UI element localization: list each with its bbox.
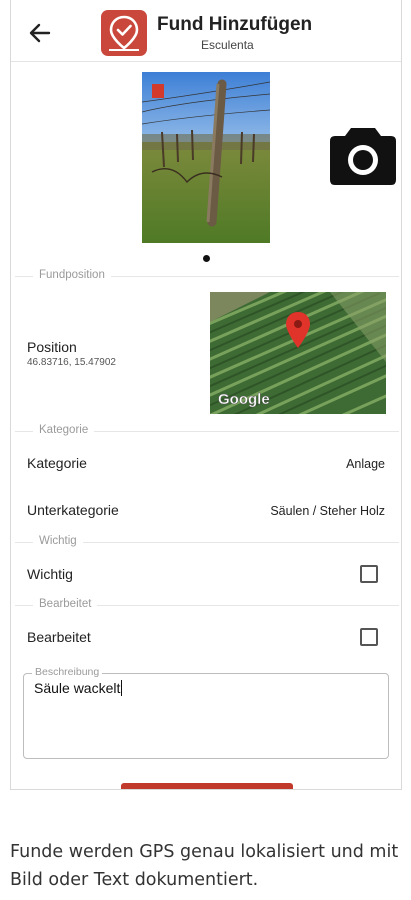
beschreibung-label: Beschreibung [32,666,103,678]
position-coordinates: 46.83716, 15.47902 [27,357,116,368]
app-bar: Fund Hinzufügen Esculenta [11,0,401,62]
page-title: Fund Hinzufügen [157,14,313,35]
section-label-kategorie: Kategorie [33,424,95,436]
section-label-wichtig: Wichtig [33,535,83,547]
unterkategorie-label: Unterkategorie [27,502,119,518]
page-subtitle: Esculenta [201,38,254,52]
camera-icon [330,128,396,185]
caption-text: Funde werden GPS genau lokalisiert und m… [10,842,399,890]
wichtig-checkbox[interactable] [360,565,378,583]
app-screen: Fund Hinzufügen Esculenta Fundposition P… [10,0,402,790]
bearbeitet-label: Bearbeitet [27,629,91,645]
save-button[interactable] [121,783,293,789]
wichtig-label: Wichtig [27,566,73,582]
app-logo [101,10,147,56]
text-cursor [121,680,123,696]
section-label-fundposition: Fundposition [33,269,111,281]
fund-photo[interactable] [142,72,270,243]
map-brand-text: Google [218,391,270,408]
unterkategorie-value[interactable]: Säulen / Steher Holz [270,504,385,518]
kategorie-label: Kategorie [27,455,87,471]
back-button[interactable] [27,20,53,46]
camera-button[interactable] [329,124,397,186]
beschreibung-field[interactable]: Beschreibung Säule wackelt [23,666,389,759]
carousel-indicator [203,255,210,262]
beschreibung-input[interactable]: Säule wackelt [34,680,123,696]
arrow-left-icon [29,23,51,43]
beschreibung-value: Säule wackelt [34,680,121,696]
kategorie-value[interactable]: Anlage [346,457,385,471]
position-map[interactable]: Google [210,292,386,414]
position-label: Position [27,339,77,355]
section-label-bearbeitet: Bearbeitet [33,598,98,610]
bearbeitet-checkbox[interactable] [360,628,378,646]
